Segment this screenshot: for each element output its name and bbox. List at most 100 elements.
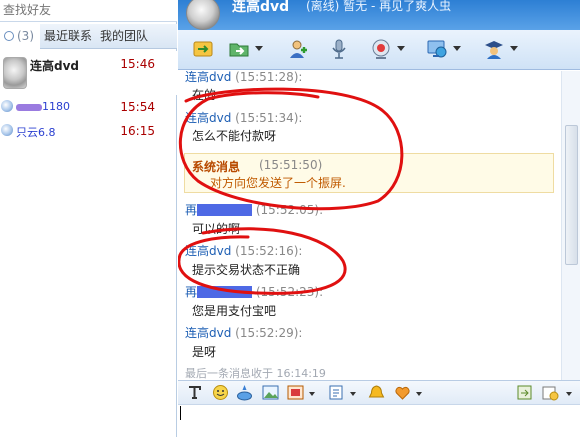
chevron-down-icon[interactable] <box>255 46 263 51</box>
shake-button[interactable] <box>368 384 385 401</box>
screenshot-button[interactable] <box>287 384 304 401</box>
contact-item[interactable]: 只云6.8 16:15 <box>0 121 177 143</box>
chevron-down-icon[interactable] <box>416 392 422 396</box>
tab-recent[interactable]: 最近联系 <box>40 24 96 49</box>
heart-button[interactable] <box>394 384 411 401</box>
chevron-down-icon[interactable] <box>510 46 518 51</box>
contact-tabs: (3) 最近联系 我的团队 <box>0 24 177 49</box>
edit-button[interactable] <box>328 384 345 401</box>
emoji-button[interactable] <box>212 384 229 401</box>
message-sender: 连高dvd <box>185 244 232 258</box>
chevron-down-icon[interactable] <box>397 46 405 51</box>
contact-time: 15:54 <box>120 100 155 114</box>
image-icon <box>262 385 279 400</box>
message-time: (15:52:05): <box>255 203 324 217</box>
message-header: 再 (15:52:05): <box>185 201 323 218</box>
system-message-body: 对方向您发送了一个振屏. <box>210 176 346 190</box>
contact-name: 只云6.8 <box>16 126 56 139</box>
contact-status-icon <box>1 100 13 112</box>
message-time: (15:52:23): <box>255 285 324 299</box>
search-input[interactable] <box>0 0 177 20</box>
heart-icon <box>395 386 410 400</box>
message-time: (15:51:34): <box>235 111 303 125</box>
magic-face-icon <box>237 385 252 401</box>
message-header: 连高dvd (15:51:34): <box>185 109 302 126</box>
contact-status: (离线) 暂无 - 再见了爽人虫 <box>306 0 452 13</box>
group-icon <box>485 41 503 59</box>
history-button[interactable] <box>542 384 559 401</box>
message-body: 提示交易状态不正确 <box>192 263 301 277</box>
message-body: 可以的啊 <box>192 222 241 236</box>
message-sender: 连高dvd <box>185 111 232 125</box>
scrollbar[interactable] <box>561 71 580 380</box>
redacted-name <box>197 286 253 298</box>
contact-time: 16:15 <box>120 124 155 138</box>
font-button[interactable] <box>186 384 203 401</box>
message-sender: 再 <box>185 203 198 217</box>
input-toolbar <box>178 380 580 405</box>
webcam-icon <box>372 39 390 59</box>
contact-name-text: 1180 <box>42 100 70 113</box>
message-body: 在的 <box>192 88 217 102</box>
tab-online-label: (3) <box>17 29 34 43</box>
chevron-down-icon[interactable] <box>309 392 315 396</box>
system-message-time: (15:51:50) <box>259 158 323 172</box>
add-contact-icon <box>290 40 307 58</box>
clock-icon <box>542 386 559 401</box>
contact-title: 连高dvd <box>232 0 290 15</box>
message-input[interactable] <box>178 406 580 437</box>
contact-name: 1180 <box>16 100 70 113</box>
message-header: 连高dvd (15:52:16): <box>185 242 302 259</box>
message-header: 再 (15:52:23): <box>185 283 323 300</box>
magic-emoji-button[interactable] <box>236 384 253 401</box>
chat-toolbar <box>178 30 580 70</box>
message-header: 连高dvd (15:51:28): <box>185 71 302 85</box>
tab-online[interactable]: (3) <box>0 24 40 49</box>
message-body: 您是用支付宝吧 <box>192 304 277 318</box>
chevron-down-icon[interactable] <box>453 46 461 51</box>
reply-icon <box>517 385 532 400</box>
contact-panel: (3) 最近联系 我的团队 连高dvd 15:46 1180 15:54 只云6… <box>0 0 177 437</box>
message-body: 是呀 <box>192 345 217 359</box>
edit-icon <box>329 385 343 400</box>
scrollbar-thumb[interactable] <box>565 125 578 265</box>
chat-window: (3) 最近联系 我的团队 连高dvd 15:46 1180 15:54 只云6… <box>0 0 580 437</box>
message-header: 连高dvd (15:52:29): <box>185 324 302 341</box>
chevron-down-icon[interactable] <box>350 392 356 396</box>
screenshot-icon <box>287 385 304 400</box>
contacts-icon <box>4 31 14 41</box>
contact-item[interactable]: 连高dvd 15:46 <box>0 51 177 95</box>
system-message-title: 系统消息 <box>192 160 241 174</box>
bell-icon <box>368 385 385 398</box>
chevron-down-icon[interactable] <box>566 392 572 396</box>
conversation-panel: 连高dvd (离线) 暂无 - 再见了爽人虫 连高dvd (15:51:28):… <box>178 0 580 437</box>
contact-time: 15:46 <box>120 57 155 71</box>
last-message-note: 最后一条消息收于 16:14:19 <box>185 367 326 380</box>
conversation-header: 连高dvd (离线) 暂无 - 再见了爽人虫 <box>178 0 580 30</box>
redacted-name <box>16 103 42 111</box>
avatar <box>3 57 27 89</box>
system-message: 系统消息 (15:51:50) 对方向您发送了一个振屏. <box>184 153 554 193</box>
image-button[interactable] <box>262 384 279 401</box>
redacted-name <box>197 204 253 216</box>
search-box[interactable] <box>0 0 177 22</box>
avatar <box>186 0 220 30</box>
contact-status-icon <box>1 124 13 136</box>
text-caret <box>180 406 181 420</box>
message-sender: 再 <box>185 285 198 299</box>
tab-team[interactable]: 我的团队 <box>96 24 152 49</box>
message-time: (15:52:16): <box>235 244 303 258</box>
message-time: (15:51:28): <box>235 71 303 84</box>
quick-reply-button[interactable] <box>516 384 533 401</box>
font-icon <box>189 386 201 399</box>
smiley-icon <box>213 385 228 400</box>
send-file-icon <box>193 41 213 57</box>
contact-name: 连高dvd <box>30 59 80 73</box>
folder-icon <box>229 43 249 57</box>
message-history[interactable]: 连高dvd (15:51:28): 在的 连高dvd (15:51:34): 怎… <box>178 71 561 380</box>
message-time: (15:52:29): <box>235 326 303 340</box>
screen-share-icon <box>427 40 447 58</box>
microphone-icon <box>332 39 346 59</box>
contact-item[interactable]: 1180 15:54 <box>0 97 177 119</box>
message-sender: 连高dvd <box>185 71 232 84</box>
